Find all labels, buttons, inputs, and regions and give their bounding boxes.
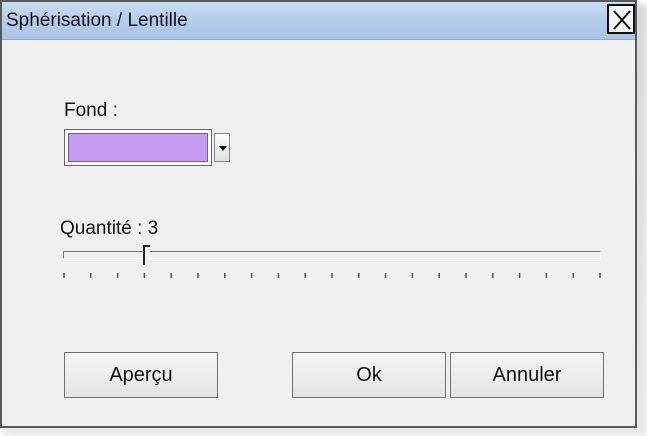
ok-button[interactable]: Ok [292, 352, 446, 398]
slider-ticks [63, 273, 601, 278]
selected-color-swatch [68, 133, 208, 162]
color-swatch-frame [64, 129, 212, 166]
title-bar[interactable]: Sphérisation / Lentille [2, 2, 635, 40]
close-icon [613, 10, 631, 30]
background-label: Fond : [64, 100, 118, 121]
cancel-button[interactable]: Annuler [450, 352, 604, 398]
close-button[interactable] [607, 4, 635, 34]
chevron-down-icon [219, 146, 227, 151]
amount-label: Quantité : 3 [60, 218, 159, 239]
preview-button[interactable]: Aperçu [64, 352, 218, 398]
background-color-dropdown[interactable] [64, 129, 232, 166]
spherize-dialog: Sphérisation / Lentille Fond : Quantité … [0, 0, 637, 428]
amount-slider[interactable] [60, 245, 605, 287]
window-title: Sphérisation / Lentille [6, 10, 188, 31]
slider-thumb[interactable] [143, 245, 151, 265]
dropdown-arrow-button[interactable] [214, 133, 230, 162]
